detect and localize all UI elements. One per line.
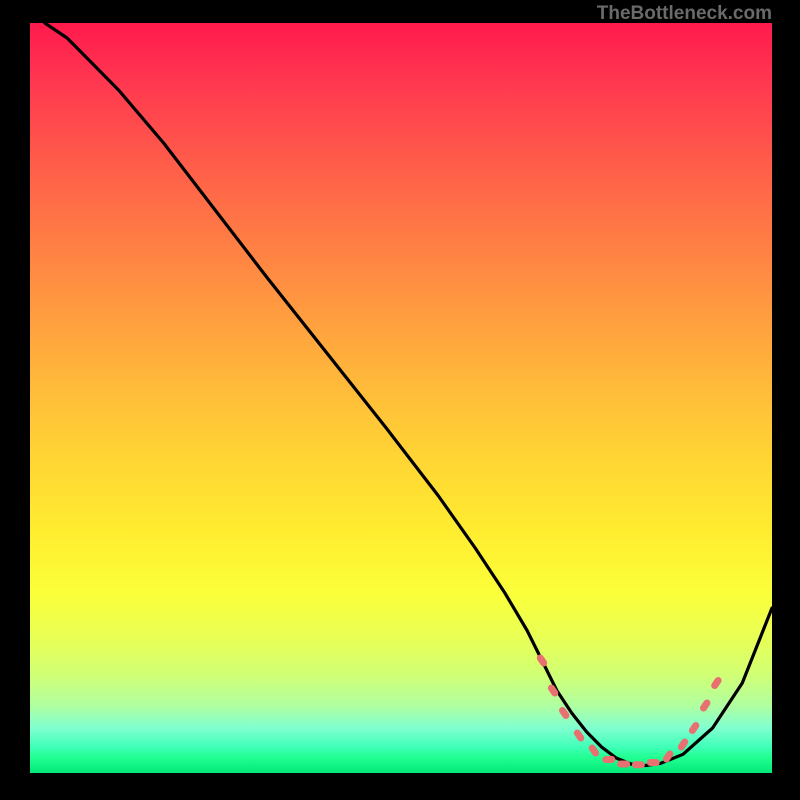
main-curve	[45, 23, 772, 766]
watermark-text: TheBottleneck.com	[597, 3, 772, 25]
plot-area	[30, 23, 772, 773]
chart-container: TheBottleneck.com	[0, 0, 800, 800]
marker-dots	[535, 653, 723, 768]
chart-svg	[30, 23, 772, 773]
